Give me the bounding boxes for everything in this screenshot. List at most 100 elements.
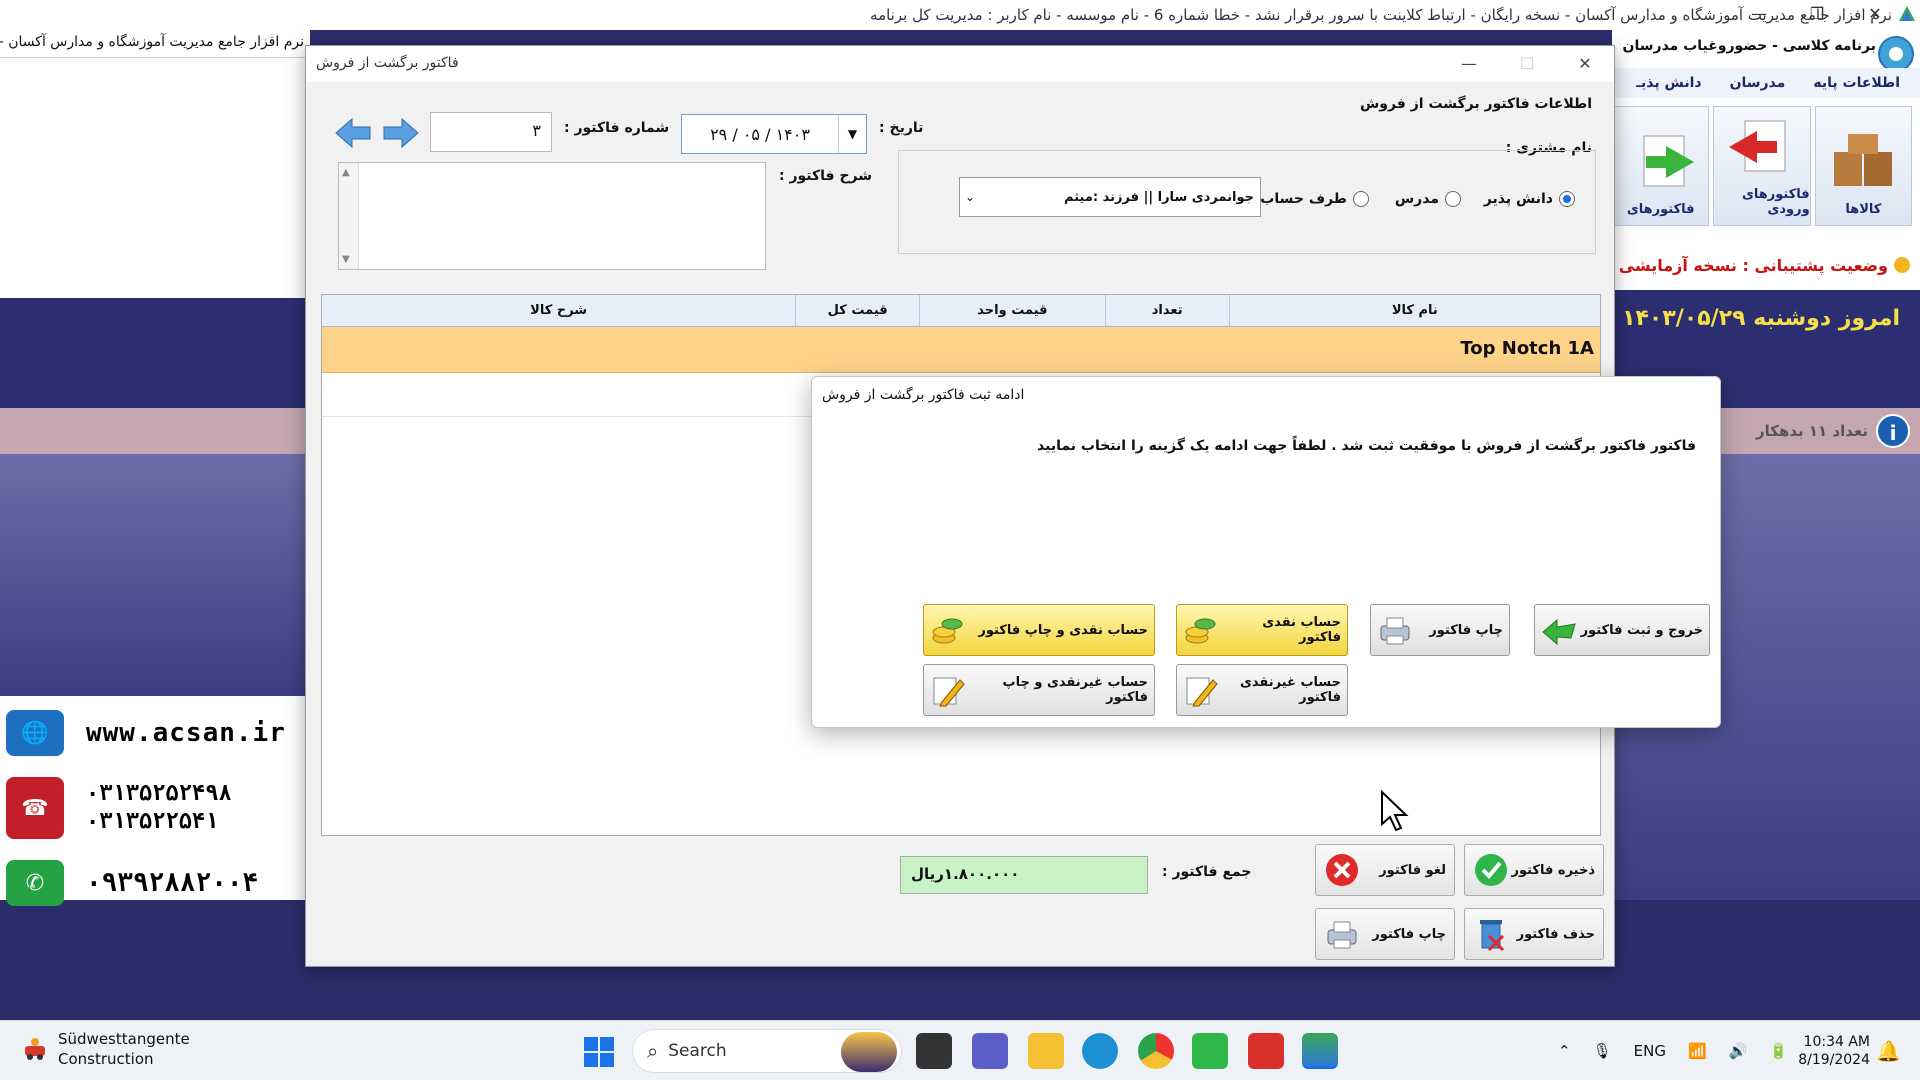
close-button[interactable]: ✕ bbox=[1846, 0, 1904, 30]
camtasia-icon[interactable] bbox=[1192, 1033, 1228, 1069]
language-indicator[interactable]: ENG bbox=[1634, 1042, 1666, 1060]
customer-select[interactable]: جوانمردی سارا || فرزند :میثم ⌄ bbox=[959, 177, 1261, 217]
total-label: جمع فاکتور : bbox=[1162, 864, 1252, 880]
continue-dialog: ادامه ثبت فاکتور برگشت از فروش فاکتور فا… bbox=[811, 376, 1721, 728]
coins-icon bbox=[930, 612, 966, 648]
col-unit-price[interactable]: قیمت واحد bbox=[919, 295, 1105, 326]
support-status: وضعیت پشتیبانی : نسخه آزمایشی bbox=[1612, 240, 1920, 290]
mdi-tab[interactable]: نرم افزار جامع مدیریت آموزشگاه و مدارس آ… bbox=[0, 30, 310, 54]
col-total-price[interactable]: قیمت کل bbox=[795, 295, 919, 326]
note-pencil-icon bbox=[1183, 672, 1219, 708]
dialog-minimize-button[interactable]: — bbox=[1440, 46, 1498, 82]
scroll-up-icon[interactable]: ▲ bbox=[342, 167, 350, 178]
radio-teacher[interactable]: مدرس bbox=[1395, 191, 1461, 207]
edge-icon[interactable] bbox=[1082, 1033, 1118, 1069]
wifi-icon[interactable]: 📶 bbox=[1688, 1042, 1707, 1060]
whatsapp-row: ✆ ۰۹۳۹۲۸۸۲۰۰۴ bbox=[0, 854, 305, 912]
support-status-text: وضعیت پشتیبانی : نسخه آزمایشی bbox=[1618, 255, 1888, 275]
description-label: شرح فاکتور : bbox=[779, 168, 873, 184]
menu-teachers[interactable]: مدرسان bbox=[1730, 75, 1786, 91]
acsan-app-icon[interactable] bbox=[1302, 1033, 1338, 1069]
contact-panel: 🌐 www.acsan.ir ☎ ۰۳۱۳۵۲۵۲۴۹۸ ۰۳۱۳۵۲۲۵۴۱ … bbox=[0, 696, 305, 906]
previous-arrow-icon[interactable] bbox=[334, 116, 372, 150]
dialog-titlebar: فاکتور برگشت از فروش — ☐ ✕ bbox=[306, 46, 1614, 82]
clock-time: 10:34 AM bbox=[1803, 1034, 1870, 1050]
menu-basic-info[interactable]: اطلاعات پایه bbox=[1813, 75, 1900, 91]
non-cash-and-print-button[interactable]: حساب غیرنقدی و چاپ فاکتور bbox=[923, 664, 1155, 716]
minimize-button[interactable]: — bbox=[1730, 0, 1788, 30]
taskbar-search[interactable]: ⌕ Search bbox=[632, 1029, 902, 1073]
chevron-up-icon[interactable]: ⌃ bbox=[1558, 1042, 1571, 1060]
windows-start-icon[interactable] bbox=[584, 1037, 614, 1067]
debtors-count: تعداد ۱۱ بدهکار bbox=[1755, 422, 1868, 440]
cash-account-button[interactable]: حساب نقدی فاکتور bbox=[1176, 604, 1348, 656]
next-arrow-icon[interactable] bbox=[382, 116, 420, 150]
chevron-down-icon[interactable]: ⌄ bbox=[960, 190, 980, 204]
mdi-tab-strip: نرم افزار جامع مدیریت آموزشگاه و مدارس آ… bbox=[0, 30, 310, 58]
green-arrow-icon bbox=[1541, 612, 1577, 648]
delete-invoice-button[interactable]: حذف فاکتور bbox=[1464, 908, 1604, 960]
restore-button[interactable]: ❐ bbox=[1788, 0, 1846, 30]
battery-icon[interactable]: 🔋 bbox=[1769, 1042, 1788, 1060]
notification-bell-icon[interactable]: 🔔 bbox=[1876, 1039, 1901, 1063]
scroll-down-icon[interactable]: ▼ bbox=[342, 254, 350, 265]
clock[interactable]: 10:34 AM 8/19/2024 bbox=[1790, 1033, 1870, 1069]
return-invoice-dialog: فاکتور برگشت از فروش — ☐ ✕ اطلاعات فاکتو… bbox=[305, 45, 1721, 967]
dialog-close-button[interactable]: ✕ bbox=[1556, 46, 1614, 82]
phone-numbers: ۰۳۱۳۵۲۵۲۴۹۸ ۰۳۱۳۵۲۲۵۴۱ bbox=[86, 780, 232, 836]
goods-tool-button[interactable]: کالاها bbox=[1814, 106, 1912, 226]
teams-icon[interactable] bbox=[972, 1033, 1008, 1069]
background-pattern bbox=[0, 454, 305, 696]
cancel-x-icon bbox=[1324, 852, 1360, 888]
weather-widget[interactable]: Südwesttangente Construction bbox=[22, 1029, 190, 1069]
incoming-invoices-tool-button[interactable]: فاکتورهای ورودی bbox=[1713, 106, 1811, 226]
exit-and-save-button[interactable]: خروج و ثبت فاکتور bbox=[1534, 604, 1710, 656]
non-cash-account-button[interactable]: حساب غیرنقدی فاکتور bbox=[1176, 664, 1348, 716]
microphone-icon[interactable]: 🎙 bbox=[1593, 1042, 1612, 1060]
invoices-tool-button[interactable]: فاکتورهای bbox=[1612, 106, 1710, 226]
radio-student[interactable]: دانش پذیر bbox=[1484, 191, 1575, 207]
modal-print-button[interactable]: چاپ فاکتور bbox=[1370, 604, 1510, 656]
total-value: ۱.۸۰۰.۰۰۰ریال bbox=[900, 856, 1148, 894]
printer-icon bbox=[1324, 916, 1360, 952]
task-view-icon[interactable] bbox=[916, 1033, 952, 1069]
col-quantity[interactable]: تعداد bbox=[1104, 295, 1229, 326]
chevron-down-icon[interactable]: ▼ bbox=[838, 115, 866, 153]
description-textarea[interactable]: ▲ ▼ bbox=[338, 162, 766, 270]
invoice-out-icon bbox=[1643, 135, 1694, 187]
cancel-invoice-button[interactable]: لغو فاکتور bbox=[1315, 844, 1455, 896]
customer-group: دانش پذیر مدرس طرف حساب جوانمردی سارا ||… bbox=[898, 150, 1596, 254]
file-explorer-icon[interactable] bbox=[1028, 1033, 1064, 1069]
mouse-cursor-icon bbox=[1381, 790, 1409, 832]
taskbar: Südwesttangente Construction ⌕ Search ⌃ … bbox=[0, 1020, 1920, 1080]
globe-icon: 🌐 bbox=[6, 710, 64, 756]
website-text: www.acsan.ir bbox=[86, 718, 286, 748]
background-panel bbox=[0, 58, 305, 298]
radio-teacher-dot bbox=[1445, 191, 1461, 207]
chrome-icon[interactable] bbox=[1138, 1033, 1174, 1069]
col-item-desc[interactable]: شرح کالا bbox=[322, 295, 795, 326]
support-headset-icon: ☎ bbox=[6, 777, 64, 839]
menu-students[interactable]: دانش پذیـ bbox=[1636, 75, 1701, 91]
col-item-name[interactable]: نام کالا bbox=[1228, 295, 1600, 326]
save-invoice-button[interactable]: ذخیره فاکتور bbox=[1464, 844, 1604, 896]
grid-header: نام کالا تعداد قیمت واحد قیمت کل شرح کال… bbox=[322, 295, 1600, 327]
search-label: Search bbox=[668, 1041, 727, 1061]
phone-2: ۰۳۱۳۵۲۲۵۴۱ bbox=[86, 809, 219, 834]
dialog-maximize-button: ☐ bbox=[1519, 54, 1535, 73]
recorder-icon[interactable] bbox=[1248, 1033, 1284, 1069]
volume-icon[interactable]: 🔊 bbox=[1729, 1042, 1748, 1060]
boxes-icon bbox=[1834, 134, 1893, 186]
section-title: اطلاعات فاکتور برگشت از فروش bbox=[1359, 96, 1592, 112]
radio-account[interactable]: طرف حساب bbox=[1260, 191, 1369, 207]
description-scrollbar[interactable]: ▲ ▼ bbox=[339, 163, 359, 269]
info-icon[interactable]: i bbox=[1876, 414, 1910, 448]
app-titlebar: نرم افزار جامع مدیریت آموزشگاه و مدارس آ… bbox=[0, 0, 1920, 30]
trash-icon bbox=[1473, 916, 1509, 952]
print-invoice-button[interactable]: چاپ فاکتور bbox=[1315, 908, 1455, 960]
cash-and-print-button[interactable]: حساب نقدی و چاپ فاکتور bbox=[923, 604, 1155, 656]
date-picker[interactable]: ۱۴۰۳ / ۰۵ / ۲۹ ▼ bbox=[681, 114, 867, 154]
ribbon-tools: کالاها فاکتورهای ورودی فاکتورهای bbox=[1612, 106, 1920, 226]
invoice-number-field[interactable]: ۳ bbox=[430, 112, 552, 152]
table-row[interactable]: Top Notch 1A bbox=[322, 327, 1600, 373]
